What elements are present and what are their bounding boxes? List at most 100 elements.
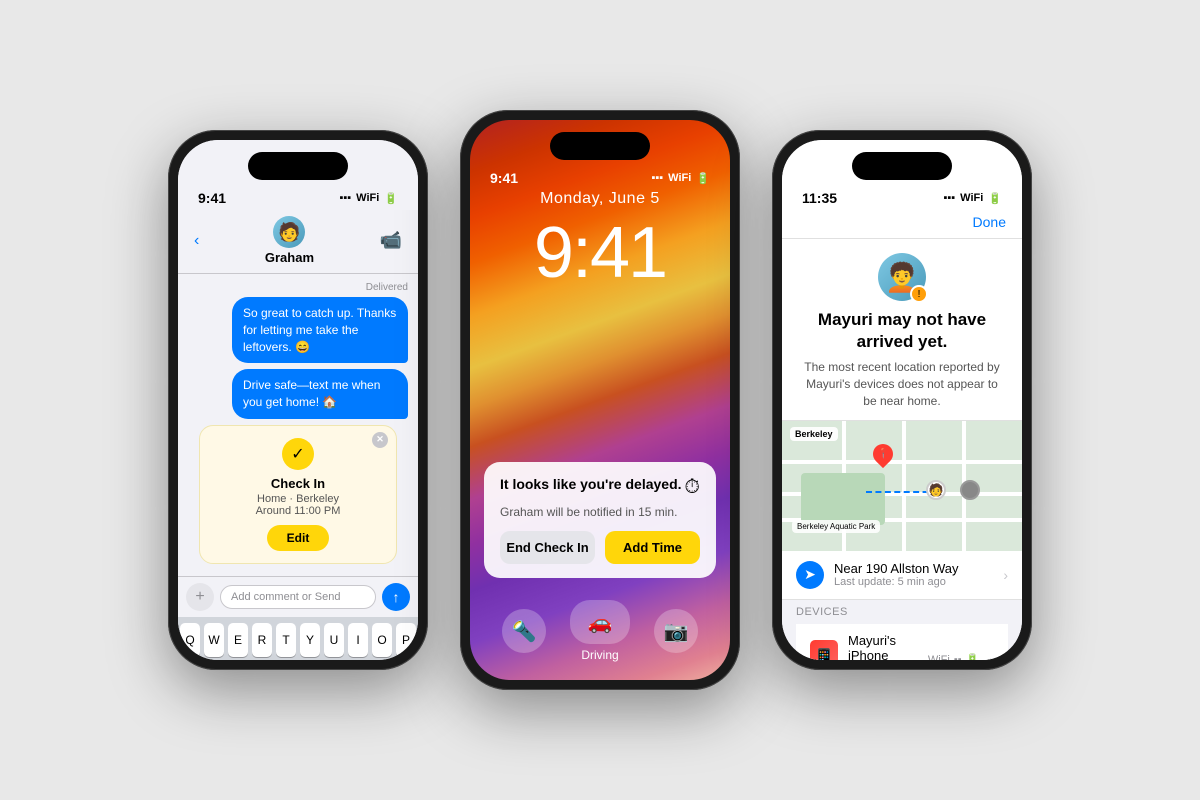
driving-group: 🚗 Driving: [570, 600, 630, 662]
map-road-v2: [902, 421, 906, 551]
message-input[interactable]: Add comment or Send: [220, 585, 376, 609]
messages-header: ‹ 🧑 Graham 📹: [178, 210, 418, 274]
battery-icon: 🔋: [384, 192, 398, 205]
iphone-icon: 📱: [810, 640, 838, 660]
lockscreen-date: Monday, June 5: [470, 190, 730, 208]
delay-subtitle: Graham will be notified in 15 min.: [500, 505, 700, 519]
map-background: 📍 🧑 Berkeley Berkeley Aquatic Park: [782, 421, 1022, 551]
lockscreen-spacer: [470, 302, 730, 462]
delay-title: It looks like you're delayed.: [500, 476, 682, 492]
messages-screen: 9:41 ▪▪▪ WiFi 🔋 ‹ 🧑 Graham 📹 Delivered S…: [178, 140, 418, 660]
findmy-status-time: 11:35: [802, 190, 837, 206]
status-icons: ▪▪▪ WiFi 🔋: [339, 192, 398, 205]
lock-status-time: 9:41: [490, 170, 518, 186]
lock-wifi-icon: WiFi: [668, 172, 691, 184]
iphone-info: Mayuri's iPhone Last unlock: 5 min ago: [848, 633, 918, 660]
camera-button[interactable]: 📷: [654, 609, 698, 653]
checkin-detail: Home · Berkeley Around 11:00 PM: [212, 493, 384, 517]
location-name: Near 190 Allston Way: [834, 561, 993, 576]
findmy-header: Done: [782, 210, 1022, 239]
flashlight-button[interactable]: 🔦: [502, 609, 546, 653]
location-direction-icon: ➤: [796, 561, 824, 589]
edit-button[interactable]: Edit: [267, 525, 330, 551]
iphone-chevron: ›: [989, 652, 994, 660]
findmy-alert: 🧑‍🦱 ! Mayuri may not have arrived yet. T…: [782, 239, 1022, 421]
done-button[interactable]: Done: [973, 214, 1006, 230]
findmy-status-icons: ▪▪▪ WiFi 🔋: [943, 192, 1002, 205]
delay-icon: ⏱: [684, 476, 700, 499]
add-time-button[interactable]: Add Time: [605, 531, 700, 564]
car-icon: 🚗: [588, 610, 613, 635]
mayuri-avatar: 🧑‍🦱 !: [878, 253, 926, 301]
key-q[interactable]: Q: [180, 623, 200, 657]
message-bubble-2: Drive safe—text me when you get home! 🏠: [232, 369, 408, 419]
send-button[interactable]: ↑: [382, 583, 410, 611]
home-dot: [960, 480, 980, 500]
dynamic-island-3: [852, 152, 952, 180]
dynamic-island: [248, 152, 348, 180]
key-t[interactable]: T: [276, 623, 296, 657]
park-label: Berkeley Aquatic Park: [792, 520, 880, 533]
key-w[interactable]: W: [204, 623, 224, 657]
phone-findmy: 11:35 ▪▪▪ WiFi 🔋 Done 🧑‍🦱 ! Mayuri may n…: [772, 130, 1032, 670]
back-button[interactable]: ‹: [194, 232, 199, 250]
driving-button[interactable]: 🚗: [570, 600, 630, 644]
flashlight-group: 🔦: [502, 609, 546, 653]
key-o[interactable]: O: [372, 623, 392, 657]
key-r[interactable]: R: [252, 623, 272, 657]
findmy-wifi-icon: WiFi: [960, 192, 983, 204]
video-call-icon[interactable]: 📹: [380, 230, 402, 251]
current-location-dot: 🧑: [926, 480, 946, 500]
key-i[interactable]: I: [348, 623, 368, 657]
lockscreen-controls: 🔦 🚗 Driving 📷: [470, 600, 730, 662]
destination-pin: 📍: [869, 440, 897, 468]
signal-status-icon: ▪▪: [954, 654, 962, 660]
message-bubble-1: So great to catch up. Thanks for letting…: [232, 297, 408, 363]
phone-lockscreen: 9:41 ▪▪▪ WiFi 🔋 Monday, June 5 9:41 It l…: [460, 110, 740, 690]
lockscreen-time: 9:41: [470, 212, 730, 294]
keyboard: Q W E R T Y U I O P A S D F G H J K L: [178, 617, 418, 660]
checkin-icon: ✓: [282, 438, 314, 470]
add-attachment-button[interactable]: +: [186, 583, 214, 611]
lock-signal-icon: ▪▪▪: [651, 172, 663, 184]
delay-header: It looks like you're delayed. ⏱: [500, 476, 700, 499]
driving-label: Driving: [581, 648, 618, 662]
contact-info: 🧑 Graham: [265, 216, 314, 265]
iphone-status: WiFi ▪▪ 🔋: [928, 653, 980, 660]
key-e[interactable]: E: [228, 623, 248, 657]
contact-name: Graham: [265, 250, 314, 265]
findmy-signal-icon: ▪▪▪: [943, 192, 955, 204]
location-info: Near 190 Allston Way Last update: 5 min …: [834, 561, 993, 588]
lock-status-icons: ▪▪▪ WiFi 🔋: [651, 172, 710, 185]
location-update: Last update: 5 min ago: [834, 576, 993, 588]
key-y[interactable]: Y: [300, 623, 320, 657]
close-checkin-button[interactable]: ✕: [372, 432, 388, 448]
key-u[interactable]: U: [324, 623, 344, 657]
delay-notification: It looks like you're delayed. ⏱ Graham w…: [484, 462, 716, 578]
location-row[interactable]: ➤ Near 190 Allston Way Last update: 5 mi…: [782, 551, 1022, 600]
map-label: Berkeley: [790, 427, 838, 441]
alert-description: The most recent location reported by May…: [798, 359, 1006, 409]
wifi-status-icon: WiFi: [928, 654, 950, 660]
keyboard-row-1: Q W E R T Y U I O P: [182, 623, 414, 657]
devices-label: DEVICES: [796, 606, 1008, 618]
map-container: 📍 🧑 Berkeley Berkeley Aquatic Park: [782, 421, 1022, 551]
devices-section: DEVICES 📱 Mayuri's iPhone Last unlock: 5…: [782, 600, 1022, 660]
checkin-card: ✕ ✓ Check In Home · Berkeley Around 11:0…: [199, 425, 397, 564]
key-p[interactable]: P: [396, 623, 416, 657]
findmy-battery-icon: 🔋: [988, 192, 1002, 205]
status-time: 9:41: [198, 190, 226, 206]
alert-title: Mayuri may not have arrived yet.: [798, 309, 1006, 353]
delivered-label: Delivered: [188, 282, 408, 293]
avatar-warning-icon: !: [910, 285, 928, 303]
signal-icon: ▪▪▪: [339, 192, 351, 204]
messages-input-row: + Add comment or Send ↑: [178, 576, 418, 617]
findmy-screen: 11:35 ▪▪▪ WiFi 🔋 Done 🧑‍🦱 ! Mayuri may n…: [782, 140, 1022, 660]
delay-buttons: End Check In Add Time: [500, 531, 700, 564]
phone-messages: 9:41 ▪▪▪ WiFi 🔋 ‹ 🧑 Graham 📹 Delivered S…: [168, 130, 428, 670]
contact-avatar: 🧑: [273, 216, 305, 248]
checkin-title: Check In: [212, 476, 384, 491]
end-checkin-button[interactable]: End Check In: [500, 531, 595, 564]
device-row-iphone[interactable]: 📱 Mayuri's iPhone Last unlock: 5 min ago…: [796, 624, 1008, 660]
chevron-right-icon: ›: [1003, 567, 1008, 583]
